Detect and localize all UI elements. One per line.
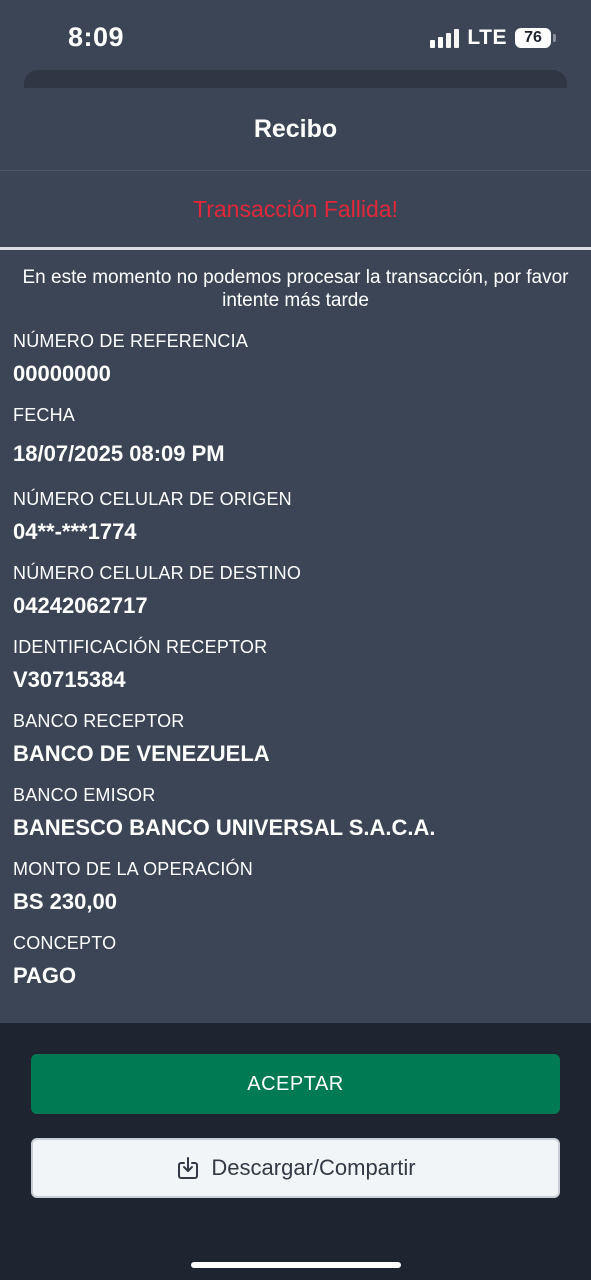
field-label: IDENTIFICACIÓN RECEPTOR (13, 637, 268, 657)
field-label: MONTO DE LA OPERACIÓN (13, 859, 253, 879)
field-value: PAGO (13, 963, 77, 988)
field-value: 04242062717 (13, 593, 148, 618)
field-value: BS 230,00 (13, 889, 117, 914)
field-reference: NÚMERO DE REFERENCIA 00000000 (13, 328, 578, 402)
download-share-button[interactable]: Descargar/Compartir (31, 1138, 560, 1198)
field-date: FECHA 18/07/2025 08:09 PM (13, 402, 578, 486)
field-label: BANCO RECEPTOR (13, 711, 185, 731)
status-indicators: LTE 76 (430, 26, 556, 50)
field-label: NÚMERO CELULAR DE DESTINO (13, 563, 302, 583)
field-label: FECHA (13, 405, 76, 425)
field-label: NÚMERO CELULAR DE ORIGEN (13, 489, 292, 509)
signal-icon (430, 28, 460, 48)
field-receiver-id: IDENTIFICACIÓN RECEPTOR V30715384 (13, 634, 578, 708)
receipt-screen: 8:09 LTE 76 Recibo Transacción Fallida! … (0, 0, 591, 1280)
field-receiver-bank: BANCO RECEPTOR BANCO DE VENEZUELA (13, 708, 578, 782)
download-share-icon (175, 1155, 201, 1181)
header: Recibo (0, 88, 591, 171)
field-value: BANESCO BANCO UNIVERSAL S.A.C.A. (13, 815, 436, 840)
battery-level: 76 (524, 29, 542, 46)
field-concept: CONCEPTO PAGO (13, 930, 578, 1004)
battery-icon: 76 (515, 28, 556, 48)
field-label: CONCEPTO (13, 933, 117, 953)
field-label: NÚMERO DE REFERENCIA (13, 331, 249, 351)
field-destination-phone: NÚMERO CELULAR DE DESTINO 04242062717 (13, 560, 578, 634)
field-label: BANCO EMISOR (13, 785, 156, 805)
home-indicator[interactable] (191, 1262, 401, 1268)
sheet-edge (24, 70, 567, 88)
field-origin-phone: NÚMERO CELULAR DE ORIGEN 04**-***1774 (13, 486, 578, 560)
footer: ACEPTAR Descargar/Compartir (0, 1023, 591, 1280)
receipt-details: NÚMERO DE REFERENCIA 00000000 FECHA 18/0… (13, 328, 578, 1004)
accept-button[interactable]: ACEPTAR (31, 1054, 560, 1114)
transaction-status-row: Transacción Fallida! (0, 171, 591, 250)
network-type: LTE (467, 26, 507, 49)
error-message: En este momento no podemos procesar la t… (22, 267, 569, 311)
status-bar: 8:09 LTE 76 (0, 0, 591, 80)
page-title: Recibo (253, 114, 338, 143)
field-value: 00000000 (13, 361, 111, 386)
field-value: BANCO DE VENEZUELA (13, 741, 270, 766)
field-value: 18/07/2025 08:09 PM (13, 441, 225, 466)
transaction-status: Transacción Fallida! (193, 195, 398, 222)
field-amount: MONTO DE LA OPERACIÓN BS 230,00 (13, 856, 578, 930)
share-button-label: Descargar/Compartir (211, 1155, 416, 1180)
field-issuer-bank: BANCO EMISOR BANESCO BANCO UNIVERSAL S.A… (13, 782, 578, 856)
field-value: 04**-***1774 (13, 519, 137, 544)
field-value: V30715384 (13, 667, 126, 692)
status-time: 8:09 (68, 22, 125, 52)
